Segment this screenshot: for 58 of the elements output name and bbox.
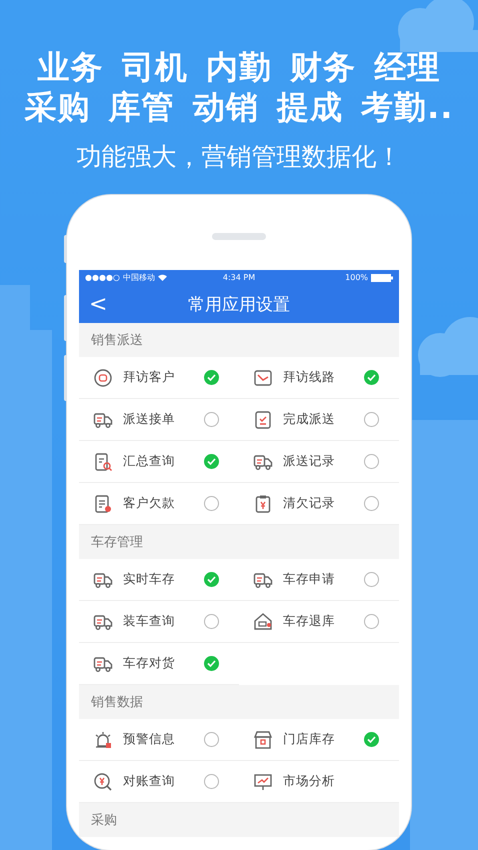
checked-radio[interactable] (364, 732, 379, 747)
app-label: 预警信息 (123, 731, 176, 748)
money-search-icon (93, 772, 113, 792)
checked-radio[interactable] (204, 656, 219, 671)
battery-percent: 100% (345, 273, 368, 282)
headline: 业务 司机 内勤 财务 经理 (38, 48, 440, 86)
app-label: 派送接单 (123, 411, 176, 428)
app-label: 派送记录 (283, 453, 336, 470)
section-header: 销售数据 (79, 685, 399, 719)
radio-button[interactable] (204, 774, 219, 789)
app-label: 市场分析 (283, 773, 336, 790)
radio-button[interactable] (204, 412, 219, 427)
checklist-icon (253, 410, 273, 430)
app-label: 完成派送 (283, 411, 336, 428)
section-header: 车存管理 (79, 525, 399, 559)
back-button[interactable]: < (89, 292, 109, 316)
wifi-icon (158, 274, 167, 281)
app-label: 实时车存 (123, 571, 176, 588)
speaker-slot (212, 233, 266, 240)
battery-icon (371, 274, 394, 282)
app-label: 车存申请 (283, 571, 336, 588)
clipboard-icon (253, 494, 273, 514)
checked-radio[interactable] (204, 370, 219, 385)
radio-button[interactable] (364, 496, 379, 511)
app-label: 客户欠款 (123, 495, 176, 512)
app-label: 对账查询 (123, 773, 176, 790)
radio-button[interactable] (364, 572, 379, 587)
app-label: 清欠记录 (283, 495, 336, 512)
headline: 采购 库管 动销 提成 考勤.. (24, 88, 454, 126)
app-label: 汇总查询 (123, 453, 176, 470)
app-label: 装车查询 (123, 613, 176, 630)
radio-button[interactable] (364, 454, 379, 469)
radio-button[interactable] (204, 732, 219, 747)
document-search-icon (93, 452, 113, 472)
signal-dots: ●●●●○ (85, 273, 120, 282)
carrier-name: 中国移动 (122, 272, 155, 283)
checked-radio[interactable] (364, 370, 379, 385)
store-icon (253, 730, 273, 750)
radio-button[interactable] (364, 614, 379, 629)
app-label: 门店库存 (283, 731, 336, 748)
alarm-icon (93, 730, 113, 750)
chart-board-icon (253, 772, 273, 792)
checked-radio[interactable] (204, 454, 219, 469)
app-label: 拜访客户 (123, 369, 176, 386)
app-label: 车存对货 (123, 655, 176, 672)
clock-time: 4:34 PM (222, 273, 256, 282)
radio-button[interactable] (364, 412, 379, 427)
house-icon (253, 612, 273, 632)
checked-radio[interactable] (204, 572, 219, 587)
document-icon (93, 494, 113, 514)
section-header: 采购 (79, 803, 399, 837)
tagline: 功能强大，营销管理数据化！ (76, 141, 402, 173)
app-label: 车存退库 (283, 613, 336, 630)
app-label: 拜访线路 (283, 369, 336, 386)
radio-button[interactable] (204, 614, 219, 629)
page-title: 常用应用设置 (187, 294, 291, 316)
radio-button[interactable] (204, 496, 219, 511)
section-header: 销售派送 (79, 323, 399, 357)
